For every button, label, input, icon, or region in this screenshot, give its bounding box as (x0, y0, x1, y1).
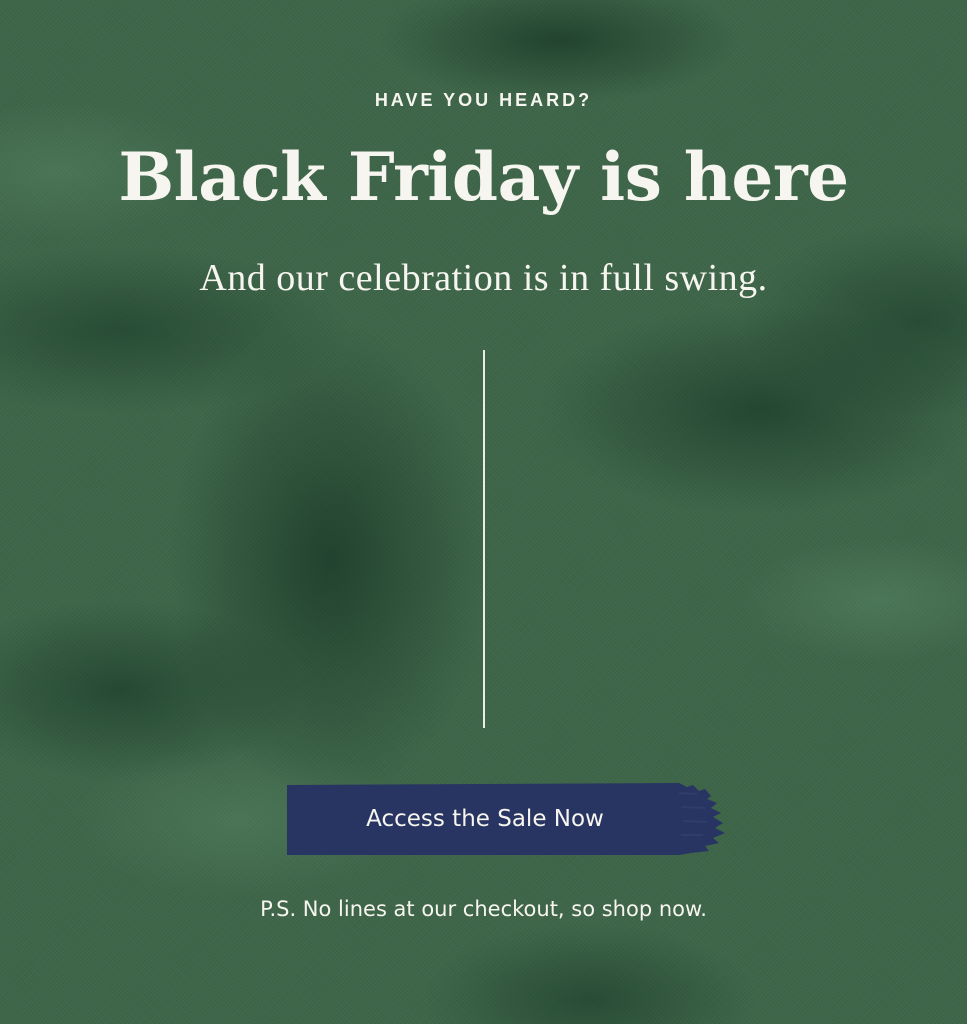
vertical-divider (483, 350, 485, 728)
headline: Black Friday is here (118, 138, 849, 216)
access-sale-button[interactable]: Access the Sale Now (287, 783, 683, 855)
subheadline: And our celebration is in full swing. (199, 257, 768, 299)
postscript-text: P.S. No lines at our checkout, so shop n… (260, 897, 707, 921)
eyebrow-text: HAVE YOU HEARD? (374, 90, 593, 110)
cta-container: Access the Sale Now (287, 783, 727, 855)
